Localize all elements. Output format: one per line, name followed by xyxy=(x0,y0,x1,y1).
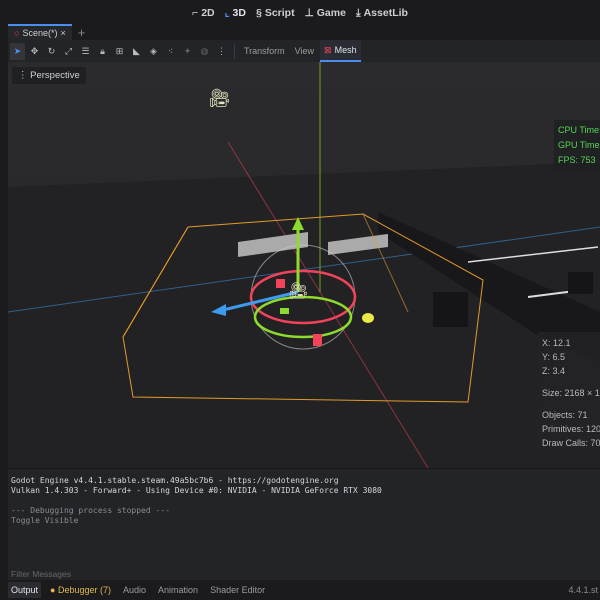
light-gizmo xyxy=(362,313,374,323)
camera-gizmo-icon: 🎥︎ xyxy=(208,88,231,108)
3d-viewport[interactable]: 🎥︎ 🎥︎ ⋮ Perspective CPU Time: GPU Time: … xyxy=(8,62,600,468)
move-tool-icon[interactable]: ✥ xyxy=(27,43,42,60)
2d-icon: ⌐ xyxy=(192,7,199,19)
sun-preview-icon[interactable]: ✦ xyxy=(180,43,195,60)
tab-animation[interactable]: Animation xyxy=(155,582,201,598)
workspace-3d[interactable]: ⌞ 3D xyxy=(225,7,246,19)
perspective-menu[interactable]: ⋮ Perspective xyxy=(12,67,86,84)
menu-icon: ⋮ xyxy=(18,70,31,81)
left-dock-strip xyxy=(0,26,8,600)
close-tab-button[interactable]: × xyxy=(60,28,65,38)
list-select-icon[interactable]: ☰ xyxy=(78,43,93,60)
local-space-icon[interactable]: ◈ xyxy=(146,43,161,60)
tab-output[interactable]: Output xyxy=(8,582,42,598)
more-options-icon[interactable]: ⋮ xyxy=(214,43,229,60)
environment-preview-icon[interactable]: ◍ xyxy=(197,43,212,60)
scale-tool-icon[interactable]: ⤢ xyxy=(61,43,76,60)
workspace-bar: ⌐ 2D ⌞ 3D § Script ⊥ Game ⤓ AssetLib xyxy=(0,0,600,26)
3d-icon: ⌞ xyxy=(224,7,230,19)
game-icon: ⊥ xyxy=(304,7,314,19)
node3d-icon: ○ xyxy=(14,28,20,38)
z-move-handle[interactable] xyxy=(313,334,322,346)
group-icon[interactable]: ⊞ xyxy=(112,43,127,60)
bottom-panel-tabs: Output ● Debugger (7) Audio Animation Sh… xyxy=(0,580,600,600)
performance-overlay: CPU Time: GPU Time: FPS: 753 xyxy=(554,120,600,171)
workspace-script[interactable]: § Script xyxy=(256,7,295,19)
snap-icon[interactable]: ⁖ xyxy=(163,43,178,60)
add-tab-button[interactable]: + xyxy=(78,26,86,40)
tab-audio[interactable]: Audio xyxy=(120,582,149,598)
toolbar-separator xyxy=(234,43,235,59)
lock-icon[interactable]: 🔒︎ xyxy=(95,43,110,60)
output-panel: Godot Engine v4.4.1.stable.steam.49a5bc7… xyxy=(8,468,600,580)
camera-gizmo-icon: 🎥︎ xyxy=(288,282,308,300)
assetlib-icon: ⤓ xyxy=(355,6,361,19)
viewport-info-overlay: X: 12.1 Y: 6.5 Z: 3.4 Size: 2168 × 13 Ob… xyxy=(538,332,600,454)
output-log: Godot Engine v4.4.1.stable.steam.49a5bc7… xyxy=(11,476,382,525)
tab-shader-editor[interactable]: Shader Editor xyxy=(207,582,268,598)
rotate-tool-icon[interactable]: ↻ xyxy=(44,43,59,60)
mesh-menu[interactable]: ⊠ Mesh xyxy=(320,40,361,62)
warning-dot-icon: ● xyxy=(50,585,58,595)
select-tool-icon[interactable]: ➤ xyxy=(10,42,25,60)
workspace-game[interactable]: ⊥ Game xyxy=(305,7,346,19)
viewport-toolbar: ➤ ✥ ↻ ⤢ ☰ 🔒︎ ⊞ ◣ ◈ ⁖ ✦ ◍ ⋮ Transform Vie… xyxy=(8,40,600,62)
workspace-2d[interactable]: ⌐ 2D xyxy=(192,7,215,19)
filter-messages-input[interactable]: Filter Messages xyxy=(11,569,71,579)
view-menu[interactable]: View xyxy=(291,40,318,62)
script-icon: § xyxy=(255,7,262,19)
mesh-icon: ⊠ xyxy=(324,44,332,55)
version-label: 4.4.1.st xyxy=(568,585,598,595)
transform-menu[interactable]: Transform xyxy=(240,40,289,62)
tab-debugger[interactable]: ● Debugger (7) xyxy=(47,582,114,598)
cube-mesh xyxy=(433,292,468,327)
workspace-assetlib[interactable]: ⤓ AssetLib xyxy=(356,7,408,20)
scene-tab-bar: ○ Scene(*) × + xyxy=(8,24,600,40)
scene-render: 🎥︎ 🎥︎ xyxy=(8,62,600,468)
scene-tab[interactable]: ○ Scene(*) × xyxy=(8,24,72,40)
ruler-icon[interactable]: ◣ xyxy=(129,43,144,60)
